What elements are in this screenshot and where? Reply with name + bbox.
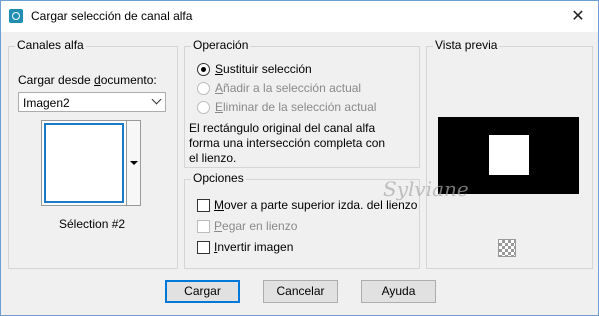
check-invertir-label: Invertir imagen bbox=[214, 240, 294, 254]
load-from-document-label: Cargar desde documento: bbox=[18, 73, 157, 87]
group-label-vista-previa: Vista previa bbox=[433, 38, 500, 52]
description-line-1: El rectángulo original del canal alfa bbox=[189, 121, 376, 135]
check-invertir-box[interactable] bbox=[197, 241, 210, 254]
close-button[interactable]: ✕ bbox=[558, 1, 598, 32]
operation-description: El rectángulo original del canal alfa fo… bbox=[189, 121, 385, 166]
preview-selection-shape bbox=[489, 135, 529, 175]
radio-sustituir-label: Sustituir selección bbox=[215, 62, 312, 76]
chevron-down-icon bbox=[151, 94, 162, 105]
check-pegar-box[interactable] bbox=[197, 220, 210, 233]
document-select-value: Imagen2 bbox=[23, 96, 70, 110]
ayuda-button[interactable]: Ayuda bbox=[361, 280, 436, 303]
description-line-2: forma una intersección completa con bbox=[189, 136, 386, 150]
channel-thumbnail[interactable] bbox=[41, 120, 127, 206]
watermark-signature: Sylviane bbox=[383, 177, 469, 201]
radio-sustituir-indicator[interactable] bbox=[197, 63, 210, 76]
document-select[interactable]: Imagen2 bbox=[18, 92, 166, 112]
radio-eliminar-label: Eliminar de la selección actual bbox=[215, 100, 377, 114]
radio-eliminar-indicator[interactable] bbox=[197, 101, 210, 114]
app-icon bbox=[9, 9, 23, 23]
check-mover-box[interactable] bbox=[197, 199, 210, 212]
dialog-window: Cargar selección de canal alfa ✕ Canales… bbox=[0, 0, 599, 316]
cargar-button[interactable]: Cargar bbox=[165, 280, 240, 303]
description-line-3: el lienzo. bbox=[189, 151, 237, 165]
selection-name-label: Sélection #2 bbox=[59, 217, 126, 231]
check-pegar-label: Pegar en lienzo bbox=[214, 219, 298, 233]
group-label-canales: Canales alfa bbox=[15, 38, 86, 52]
cancelar-button[interactable]: Cancelar bbox=[263, 280, 338, 303]
radio-anadir-label: Añadir a la selección actual bbox=[215, 81, 362, 95]
channel-dropdown-button[interactable] bbox=[127, 120, 141, 206]
group-label-operacion: Operación bbox=[191, 38, 251, 52]
group-label-opciones: Opciones bbox=[191, 171, 246, 185]
window-title: Cargar selección de canal alfa bbox=[31, 9, 193, 23]
checker-zoom-icon[interactable] bbox=[498, 239, 516, 257]
channel-thumbnail-inner bbox=[44, 123, 124, 203]
title-bar: Cargar selección de canal alfa ✕ bbox=[1, 1, 598, 32]
radio-anadir-indicator[interactable] bbox=[197, 82, 210, 95]
